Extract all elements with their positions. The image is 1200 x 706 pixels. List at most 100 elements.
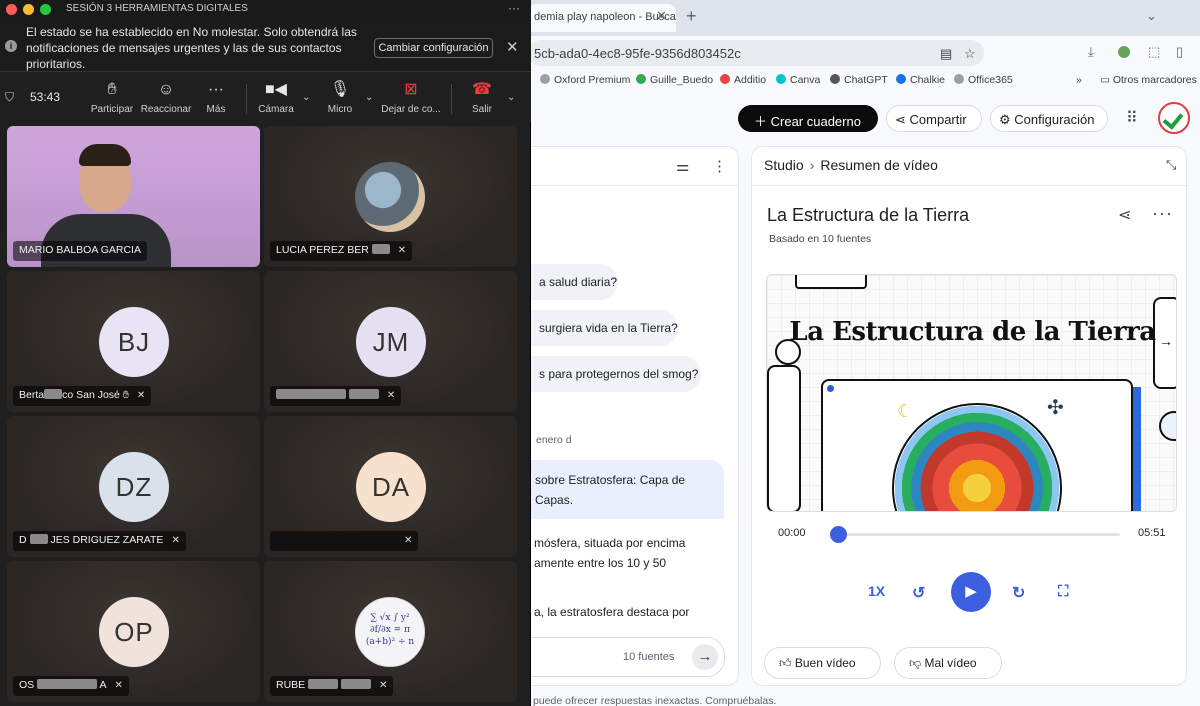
tab-search[interactable]: demia play napoleon - Busca xyxy=(528,4,676,32)
meeting-controls: ⛉ 53:43 ✋︎ Participar ☺ Reaccionar ··· Más … xyxy=(0,72,531,122)
raise-hand-button[interactable]: ✋︎ Participar xyxy=(82,80,142,115)
change-settings-button[interactable]: Cambiar configuración xyxy=(374,38,493,58)
other-bookmarks[interactable]: ▭ Otros marcadores xyxy=(1100,74,1197,86)
info-icon: i xyxy=(5,40,17,52)
chat-tune-icon[interactable]: ⚌ xyxy=(676,157,689,175)
participant-initials-avatar: DA xyxy=(356,452,426,522)
close-window-icon[interactable] xyxy=(6,4,17,15)
participant-tile[interactable]: DA ✕ xyxy=(264,416,517,557)
mic-off-icon: ✕ xyxy=(114,680,123,691)
more-button[interactable]: ··· Más xyxy=(186,80,246,115)
account-avatar[interactable] xyxy=(1158,102,1190,134)
participant-tile[interactable]: DZ D JES DRIGUEZ ZARATE ✕ xyxy=(7,416,260,557)
redacted-block xyxy=(308,679,339,689)
answer-line: a, la estratosfera destaca por xyxy=(534,605,690,619)
participant-tile[interactable]: OP OS A ✕ xyxy=(7,561,260,702)
meeting-timer: 53:43 xyxy=(30,90,61,104)
bookmark-chalkie[interactable]: Chalkie xyxy=(896,74,945,86)
suggestion-chip[interactable]: a salud diaria? xyxy=(528,264,618,300)
bookmark-favicon-icon xyxy=(830,74,840,84)
suggestion-chip[interactable]: surgiera vida en la Tierra? xyxy=(528,310,678,346)
more-icon[interactable]: ··· xyxy=(1152,203,1173,224)
new-tab-icon[interactable]: + xyxy=(686,6,697,27)
tab-list-chevron-icon[interactable]: ⌄ xyxy=(1146,8,1157,24)
breadcrumb-studio[interactable]: Studio xyxy=(764,157,804,173)
participant-name: Berta co San José ✋︎ ✕ xyxy=(13,386,152,406)
user-message: sobre Estratosfera: Capa de Capas. xyxy=(528,460,724,519)
redacted-block xyxy=(371,244,390,254)
moon-icon: ☾ xyxy=(897,401,914,421)
bookmark-guille[interactable]: Guille_Buedo xyxy=(636,74,713,86)
stop-sharing-button[interactable]: ⊠ Dejar de co... xyxy=(381,80,441,115)
bookmark-oxford[interactable]: Oxford Premium xyxy=(540,74,630,86)
collapse-icon[interactable]: ⤡ xyxy=(1166,157,1176,173)
bookmarks-overflow-icon[interactable]: » xyxy=(1076,74,1082,86)
redacted-block xyxy=(276,534,396,544)
participant-tile[interactable]: JM ✕ xyxy=(264,271,517,412)
camera-button[interactable]: ■◀ Cámara xyxy=(246,80,306,115)
thumbs-up-icon: 👍︎ xyxy=(779,656,795,670)
satellite-icon: ✣ xyxy=(1047,397,1064,419)
time-current: 00:00 xyxy=(778,527,806,539)
participant-tile[interactable]: LUCIA PEREZ BER ✕ xyxy=(264,126,517,267)
participant-name: OS A ✕ xyxy=(13,676,129,696)
progress-thumb[interactable] xyxy=(830,526,847,543)
bad-video-button[interactable]: 👎︎ Mal vídeo xyxy=(894,647,1002,679)
participant-tile[interactable]: MARIO BALBOA GARCIA xyxy=(7,126,260,267)
studio-panel: Studio › Resumen de vídeo ⤡ La Estructura … xyxy=(751,146,1188,686)
mic-options-chevron-icon[interactable]: ⌄ xyxy=(365,92,373,103)
play-icon: ▶ xyxy=(965,583,977,600)
sidebar-icon[interactable]: ▯ xyxy=(1176,44,1183,60)
time-total: 05:51 xyxy=(1138,527,1166,539)
progress-bar[interactable] xyxy=(830,526,1120,543)
close-icon[interactable]: ✕ xyxy=(506,38,519,56)
forward-10-icon[interactable]: ↻ xyxy=(1012,583,1025,603)
settings-button[interactable]: ⚙ Configuración xyxy=(990,105,1108,132)
bookmark-additio[interactable]: Additio xyxy=(720,74,766,86)
globe-icon xyxy=(540,74,550,84)
video-player[interactable]: → La Estructura de la Tierra ☾ ✣ xyxy=(766,274,1177,512)
chevron-right-icon: › xyxy=(809,157,815,173)
participant-tile[interactable]: BJ Berta co San José ✋︎ ✕ xyxy=(7,271,260,412)
microphone-button[interactable]: 🎙︎ Micro xyxy=(310,80,370,115)
address-bar[interactable]: 5cb-ada0-4ec8-95fe-9356d803452c ▤ ☆ xyxy=(528,40,984,66)
apps-grid-icon[interactable]: ⠿ xyxy=(1126,108,1138,128)
leave-options-chevron-icon[interactable]: ⌄ xyxy=(507,92,515,103)
do-not-disturb-banner: i El estado se ha establecido en No mole… xyxy=(0,20,531,72)
bookmark-canva[interactable]: Canva xyxy=(776,74,820,86)
participant-name: ✕ xyxy=(270,531,419,551)
mic-off-icon: ✕ xyxy=(379,680,388,691)
redacted-block xyxy=(341,679,372,689)
create-notebook-button[interactable]: ＋ Crear cuaderno xyxy=(738,105,878,132)
fullscreen-icon[interactable]: ⛶ xyxy=(1058,583,1069,600)
tab-close-icon[interactable]: ✕ xyxy=(656,8,667,24)
chat-divider xyxy=(528,185,739,186)
minimize-window-icon[interactable] xyxy=(23,4,34,15)
suggestion-chip[interactable]: s para protegernos del smog? xyxy=(528,356,701,392)
play-button[interactable]: ▶ xyxy=(951,572,991,612)
bookmark-star-icon[interactable]: ☆ xyxy=(964,46,976,62)
share-icon[interactable]: ⋖ xyxy=(1118,205,1131,225)
chat-input[interactable]: 10 fuentes → xyxy=(528,637,725,677)
send-arrow-icon[interactable]: → xyxy=(692,644,718,670)
shield-icon: ⛉ xyxy=(5,90,15,104)
playback-speed-button[interactable]: 1X xyxy=(868,583,885,599)
more-icon: ··· xyxy=(208,81,224,98)
bookmark-favicon-icon xyxy=(720,74,730,84)
reader-mode-icon[interactable]: ▤ xyxy=(940,46,952,62)
chat-more-icon[interactable]: ⋮ xyxy=(712,157,727,175)
extensions-icon[interactable]: ⬚ xyxy=(1148,44,1160,60)
participant-tile[interactable]: ∑ √x ∫ y² ∂f/∂x = π (a+b)² ÷ n RUBE ✕ xyxy=(264,561,517,702)
maximize-window-icon[interactable] xyxy=(40,4,51,15)
rewind-10-icon[interactable]: ↺ xyxy=(912,583,925,603)
profile-icon[interactable] xyxy=(1118,46,1130,58)
bookmark-chatgpt[interactable]: ChatGPT xyxy=(830,74,888,86)
download-icon[interactable]: ⤓ xyxy=(1088,44,1094,60)
leave-button[interactable]: ☎ Salir xyxy=(452,80,512,115)
share-button[interactable]: ⋖ Compartir xyxy=(886,105,982,132)
bookmark-office365[interactable]: Office365 xyxy=(954,74,1013,86)
window-more-icon[interactable]: ··· xyxy=(508,1,520,15)
good-video-button[interactable]: 👍︎ Buen vídeo xyxy=(764,647,881,679)
participant-photo-avatar xyxy=(355,162,425,232)
slide-title: La Estructura de la Tierra xyxy=(789,317,1156,347)
